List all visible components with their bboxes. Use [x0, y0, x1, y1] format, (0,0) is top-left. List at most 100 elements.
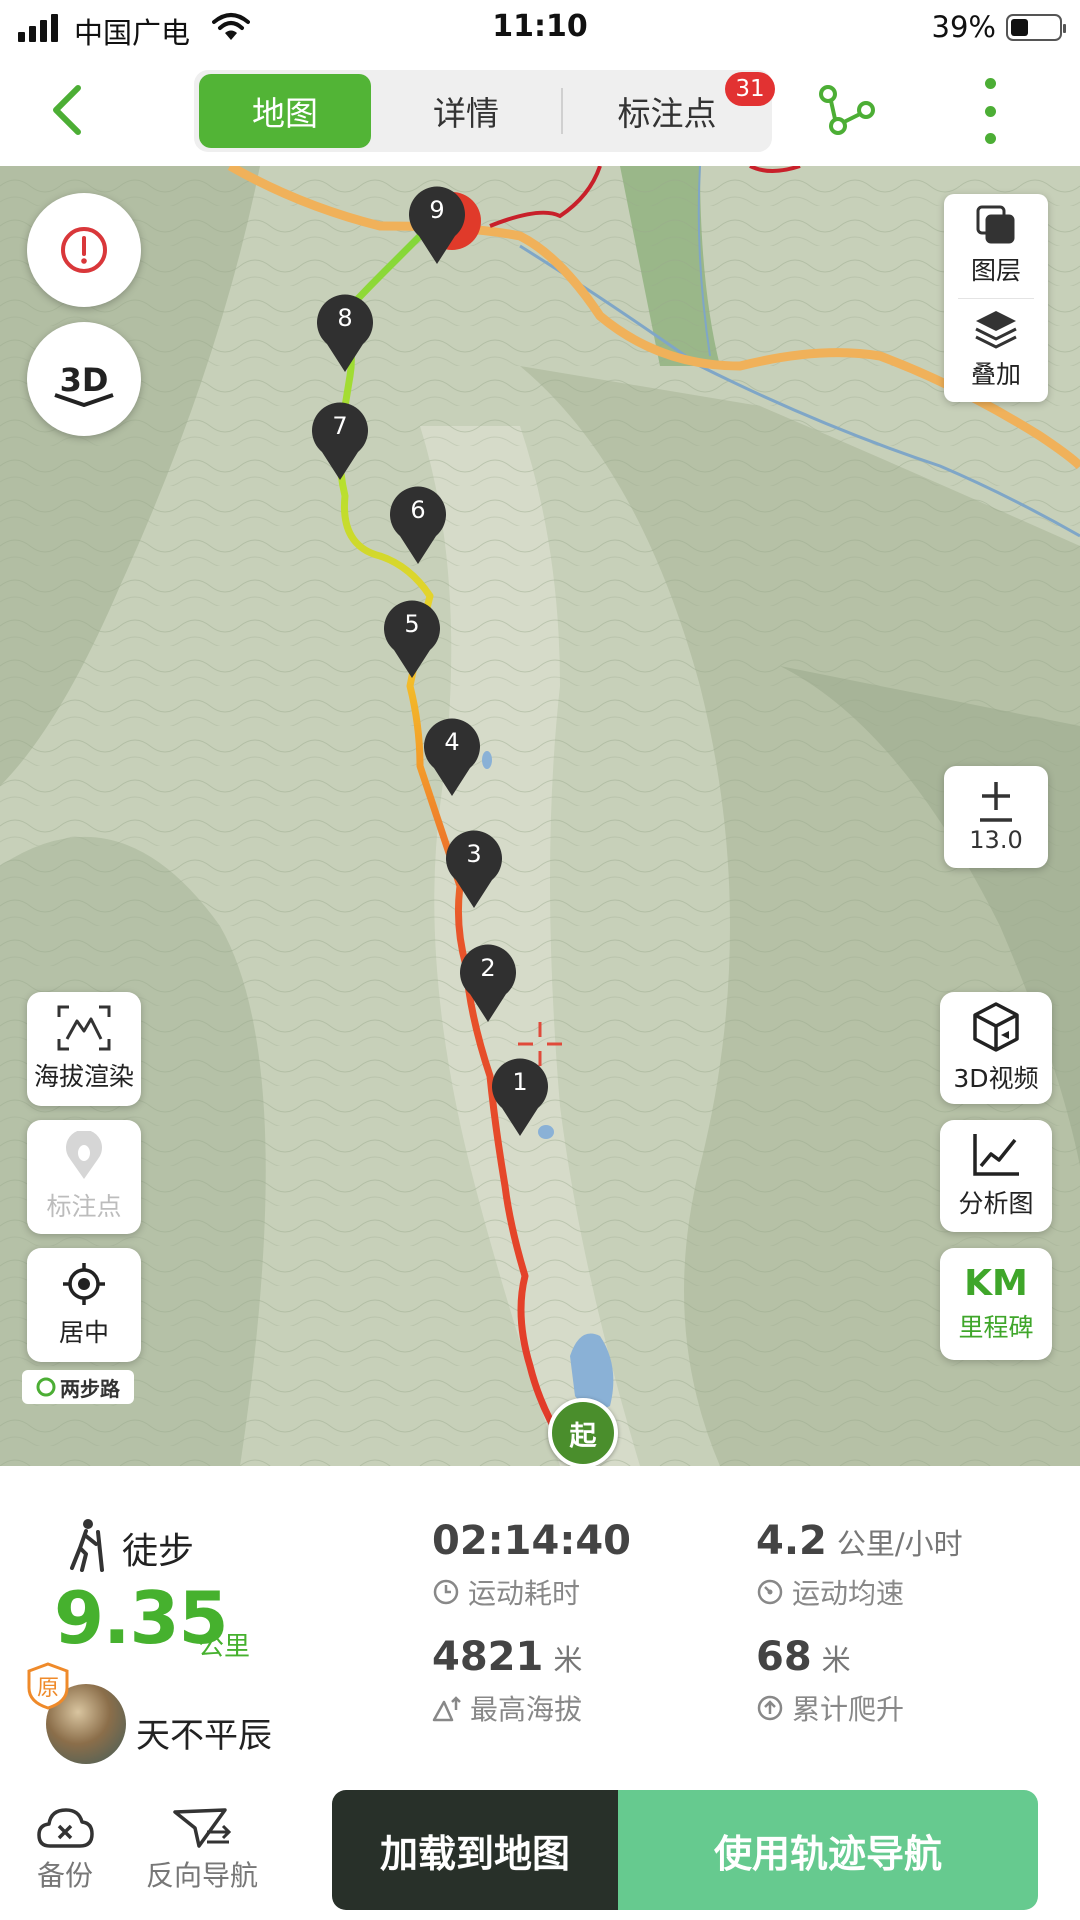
waypoint-label: 9: [429, 196, 445, 224]
elevation-chart-icon: [57, 1005, 111, 1051]
track-stats-panel: 徒步 9.35 公里 原 天不平辰 02:14:40 运动耗时 4.2 公里/小时…: [0, 1466, 1080, 1776]
tab-mark-points-label: 标注点: [617, 94, 717, 133]
overlay-icon: [975, 311, 1017, 349]
tab-mark-points[interactable]: 标注点 31: [561, 72, 775, 134]
username[interactable]: 天不平辰: [136, 1708, 272, 1757]
duration-label: 运动耗时: [432, 1572, 580, 1612]
share-branch-icon[interactable]: [816, 80, 876, 140]
up-arrow-circle-icon: [757, 1695, 783, 1721]
top-navigation: 地图 详情 标注点 31: [0, 58, 1080, 166]
ascent-label: 累计爬升: [756, 1688, 904, 1728]
3d-icon: 3D: [54, 361, 114, 407]
start-marker[interactable]: 起: [548, 1398, 618, 1466]
waypoint-marker-3[interactable]: 3: [446, 830, 502, 910]
user-avatar[interactable]: 原: [27, 1662, 126, 1764]
ascent-value: 68 米: [756, 1634, 851, 1680]
use-track-navigation-button[interactable]: 使用轨迹导航: [618, 1790, 1038, 1910]
layer-button[interactable]: 图层: [944, 194, 1048, 298]
clock: 11:10: [492, 9, 588, 44]
avg-speed-number: 4.2: [756, 1518, 827, 1564]
status-bar: 中国广电 11:10 39%: [0, 0, 1080, 58]
cloud-backup-icon: [37, 1808, 94, 1848]
backup-button[interactable]: 备份: [36, 1806, 94, 1894]
mark-point-label: 标注点: [46, 1192, 122, 1221]
waypoint-marker-9[interactable]: 9: [409, 186, 481, 266]
brand-leaf-icon: [36, 1377, 56, 1397]
waypoint-marker-5[interactable]: 5: [384, 600, 440, 680]
zoom-level-button[interactable]: 13.0: [944, 766, 1048, 868]
milestone-button[interactable]: KM 里程碑: [940, 1248, 1052, 1360]
more-menu-icon[interactable]: [970, 78, 1010, 144]
footprint-pin-icon: [66, 1131, 102, 1179]
reverse-navigation-label: 反向导航: [146, 1859, 259, 1892]
layer-label: 图层: [970, 256, 1021, 285]
cube-icon: [973, 1002, 1019, 1052]
ascent-unit: 米: [821, 1643, 851, 1677]
waypoint-marker-6[interactable]: 6: [390, 486, 446, 566]
waypoint-label: 8: [337, 304, 353, 332]
3d-video-label: 3D视频: [953, 1064, 1039, 1093]
locate-target-icon: [63, 1263, 105, 1305]
avg-speed-label: 运动均速: [756, 1572, 904, 1612]
waypoint-marker-8[interactable]: 8: [317, 294, 373, 374]
ascent-label-text: 累计爬升: [792, 1693, 905, 1726]
reverse-navigation-button[interactable]: 反向导航: [146, 1806, 258, 1894]
layers-panel: 图层 叠加: [944, 194, 1048, 402]
waypoint-label: 2: [480, 954, 496, 982]
avg-speed-label-text: 运动均速: [792, 1577, 905, 1610]
mark-point-button[interactable]: 标注点: [27, 1120, 141, 1234]
svg-text:3D: 3D: [60, 361, 109, 399]
waypoint-label: 1: [512, 1068, 528, 1096]
waypoint-marker-7[interactable]: 7: [312, 402, 368, 482]
line-chart-icon: [973, 1134, 1019, 1176]
waypoint-label: 3: [466, 840, 482, 868]
alert-button[interactable]: [27, 193, 141, 307]
max-altitude-number: 4821: [432, 1634, 544, 1680]
waypoint-label: 7: [332, 412, 348, 440]
map-view[interactable]: 9 8 7 6 5 4 3 2 1 起 3D 海拔渲染 标注点 居中 两步路 图…: [0, 166, 1080, 1466]
3d-video-button[interactable]: 3D视频: [940, 992, 1052, 1104]
max-altitude-unit: 米: [553, 1643, 583, 1677]
brand-logo: 两步路: [22, 1370, 134, 1404]
distance-unit: 公里: [198, 1632, 251, 1662]
max-altitude-label: 最高海拔: [432, 1688, 582, 1728]
layers-stack-icon: [976, 205, 1015, 244]
max-altitude-value: 4821 米: [432, 1634, 582, 1680]
original-badge-icon: 原: [27, 1662, 69, 1710]
elevation-render-label: 海拔渲染: [33, 1062, 134, 1091]
zoom-level-value: 13.0: [969, 826, 1023, 854]
exclamation-icon: [61, 227, 107, 273]
analysis-label: 分析图: [958, 1189, 1034, 1218]
mountain-peak-icon: [432, 1696, 461, 1722]
waypoint-label: 4: [444, 728, 460, 756]
ascent-number: 68: [756, 1634, 812, 1680]
waypoint-marker-4[interactable]: 4: [424, 718, 480, 798]
brand-name: 两步路: [60, 1376, 120, 1401]
tab-detail[interactable]: 详情: [371, 74, 561, 148]
center-button[interactable]: 居中: [27, 1248, 141, 1362]
duration-value: 02:14:40: [432, 1518, 631, 1564]
analysis-chart-button[interactable]: 分析图: [940, 1120, 1052, 1232]
waypoint-label: 6: [410, 496, 426, 524]
elevation-render-button[interactable]: 海拔渲染: [27, 992, 141, 1106]
avg-speed-value: 4.2 公里/小时: [756, 1518, 963, 1564]
reverse-navigation-icon: [173, 1808, 232, 1848]
3d-view-button[interactable]: 3D: [27, 322, 141, 436]
clock-icon: [433, 1579, 459, 1605]
battery-percentage: 39%: [931, 10, 996, 44]
load-to-map-button[interactable]: 加载到地图: [332, 1790, 618, 1910]
overlay-button[interactable]: 叠加: [944, 298, 1048, 402]
topographic-map: [0, 166, 1080, 1466]
km-icon-text: KM: [964, 1263, 1028, 1304]
center-label: 居中: [58, 1318, 109, 1347]
backup-label: 备份: [36, 1859, 93, 1892]
waypoint-marker-1[interactable]: 1: [492, 1058, 548, 1138]
bottom-action-bar: 备份 反向导航 加载到地图 使用轨迹导航: [0, 1776, 1080, 1920]
start-marker-label: 起: [569, 1420, 597, 1452]
duration-label-text: 运动耗时: [468, 1577, 581, 1610]
waypoint-marker-2[interactable]: 2: [460, 944, 516, 1024]
tab-map[interactable]: 地图: [199, 74, 371, 148]
back-arrow-icon[interactable]: [44, 80, 94, 140]
max-altitude-label-text: 最高海拔: [470, 1693, 583, 1726]
overlay-label: 叠加: [970, 360, 1021, 389]
